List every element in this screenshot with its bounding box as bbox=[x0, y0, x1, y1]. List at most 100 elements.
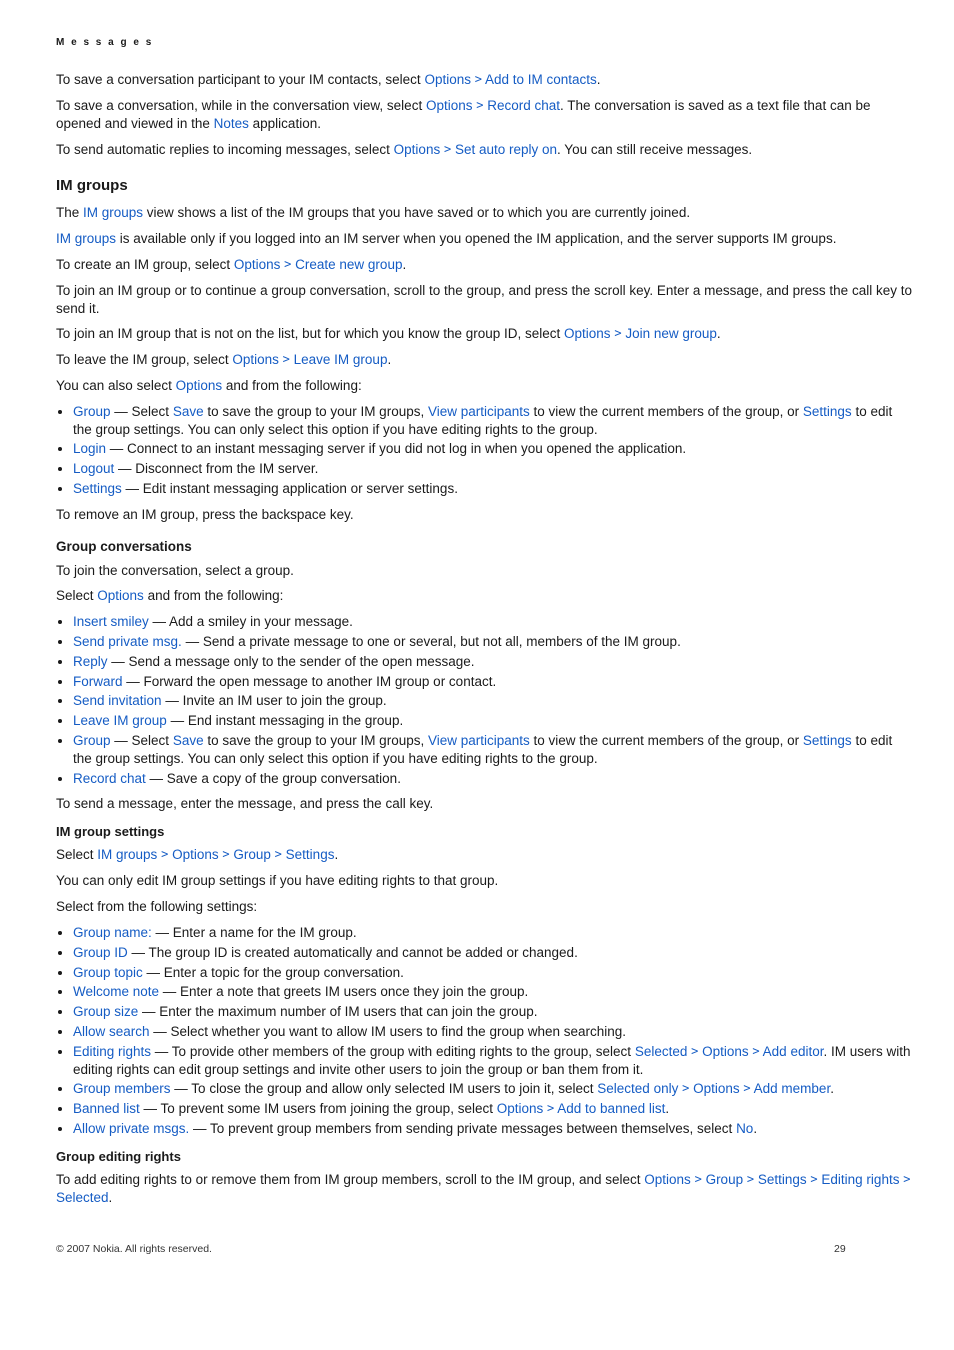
leave-im-group: Leave IM group bbox=[294, 352, 388, 367]
chevron-icon: > bbox=[476, 98, 483, 112]
text: — Connect to an instant messaging server… bbox=[106, 441, 686, 456]
key: Settings bbox=[73, 481, 122, 496]
text: — Send a message only to the sender of t… bbox=[108, 654, 475, 669]
group-conversations-heading: Group conversations bbox=[56, 538, 914, 556]
list-item: Group name: — Enter a name for the IM gr… bbox=[73, 924, 914, 942]
list-item: Group members — To close the group and a… bbox=[73, 1080, 914, 1098]
key: Editing rights bbox=[73, 1044, 151, 1059]
chevron-icon: > bbox=[810, 1172, 817, 1186]
list-item: Send invitation — Invite an IM user to j… bbox=[73, 692, 914, 710]
g-p4: To join an IM group or to continue a gro… bbox=[56, 282, 914, 318]
key: View participants bbox=[428, 733, 530, 748]
key: Send private msg. bbox=[73, 634, 182, 649]
intro-p3: To send automatic replies to incoming me… bbox=[56, 141, 914, 159]
text: You can also select bbox=[56, 378, 176, 393]
list-item: Group topic — Enter a topic for the grou… bbox=[73, 964, 914, 982]
key: Save bbox=[173, 733, 204, 748]
key: Forward bbox=[73, 674, 123, 689]
editing-rights-link: Editing rights bbox=[821, 1172, 899, 1187]
key: Group name: bbox=[73, 925, 152, 940]
g-p7: You can also select Options and from the… bbox=[56, 377, 914, 395]
list-item: Group — Select Save to save the group to… bbox=[73, 732, 914, 768]
text: — Disconnect from the IM server. bbox=[114, 461, 318, 476]
chevron-icon: > bbox=[695, 1172, 702, 1186]
list-item: Forward — Forward the open message to an… bbox=[73, 673, 914, 691]
text: — Select bbox=[111, 404, 173, 419]
chevron-icon: > bbox=[444, 142, 451, 156]
text: to save the group to your IM groups, bbox=[204, 404, 428, 419]
text: and from the following: bbox=[222, 378, 362, 393]
settings-p3: Select from the following settings: bbox=[56, 898, 914, 916]
text: application. bbox=[249, 116, 321, 131]
text: — Send a private message to one or sever… bbox=[182, 634, 681, 649]
chevron-icon: > bbox=[743, 1081, 750, 1095]
settings-link: Settings bbox=[758, 1172, 807, 1187]
settings-p1: Select IM groups > Options > Group > Set… bbox=[56, 846, 914, 864]
text: — Forward the open message to another IM… bbox=[123, 674, 497, 689]
key: Insert smiley bbox=[73, 614, 149, 629]
group-editing-rights-heading: Group editing rights bbox=[56, 1148, 914, 1165]
key: Allow search bbox=[73, 1024, 150, 1039]
header-section: M e s s a g e s bbox=[56, 36, 914, 49]
text: — End instant messaging in the group. bbox=[167, 713, 403, 728]
key: Record chat bbox=[73, 771, 146, 786]
list-item: Login — Connect to an instant messaging … bbox=[73, 440, 914, 458]
text: — Invite an IM user to join the group. bbox=[162, 693, 387, 708]
key: Group bbox=[73, 733, 111, 748]
im-groups: IM groups bbox=[83, 205, 143, 220]
list-item: Reply — Send a message only to the sende… bbox=[73, 653, 914, 671]
chevron-icon: > bbox=[547, 1101, 554, 1115]
text: To save a conversation participant to yo… bbox=[56, 72, 424, 87]
options-link: Options bbox=[172, 847, 219, 862]
text: To join an IM group that is not on the l… bbox=[56, 326, 564, 341]
key: Settings bbox=[803, 404, 852, 419]
text: — Select bbox=[111, 733, 173, 748]
text: — Add a smiley in your message. bbox=[149, 614, 353, 629]
text: To send automatic replies to incoming me… bbox=[56, 142, 394, 157]
key: Add member bbox=[754, 1081, 831, 1096]
intro-p1: To save a conversation participant to yo… bbox=[56, 71, 914, 89]
text: . bbox=[665, 1101, 669, 1116]
im-groups-heading: IM groups bbox=[56, 176, 914, 196]
rights-p1: To add editing rights to or remove them … bbox=[56, 1171, 914, 1207]
g-p1: The IM groups view shows a list of the I… bbox=[56, 204, 914, 222]
options-link: Options bbox=[234, 257, 281, 272]
chevron-icon: > bbox=[682, 1081, 689, 1095]
text: — Enter the maximum number of IM users t… bbox=[138, 1004, 537, 1019]
text: . bbox=[402, 257, 406, 272]
key: Options bbox=[702, 1044, 749, 1059]
text: Select bbox=[56, 588, 97, 603]
join-new-group: Join new group bbox=[625, 326, 717, 341]
text: and from the following: bbox=[144, 588, 284, 603]
key: Group topic bbox=[73, 965, 143, 980]
text: to view the current members of the group… bbox=[530, 404, 803, 419]
text: to save the group to your IM groups, bbox=[204, 733, 428, 748]
text: — Enter a note that greets IM users once… bbox=[159, 984, 528, 999]
text: . bbox=[717, 326, 721, 341]
list-item: Banned list — To prevent some IM users f… bbox=[73, 1100, 914, 1118]
list-item: Send private msg. — Send a private messa… bbox=[73, 633, 914, 651]
text: . bbox=[387, 352, 391, 367]
list-item: Group ID — The group ID is created autom… bbox=[73, 944, 914, 962]
list-item: Settings — Edit instant messaging applic… bbox=[73, 480, 914, 498]
key: Selected only bbox=[597, 1081, 678, 1096]
intro-p2: To save a conversation, while in the con… bbox=[56, 97, 914, 133]
chevron-icon: > bbox=[691, 1044, 698, 1058]
chevron-icon: > bbox=[903, 1172, 910, 1186]
selected-link: Selected bbox=[56, 1190, 109, 1205]
set-auto-reply: Set auto reply on bbox=[455, 142, 557, 157]
text: — Select whether you want to allow IM us… bbox=[150, 1024, 627, 1039]
key: Group members bbox=[73, 1081, 171, 1096]
chevron-icon: > bbox=[222, 847, 229, 861]
key: Options bbox=[497, 1101, 544, 1116]
text: — Enter a name for the IM group. bbox=[152, 925, 357, 940]
key: Add to banned list bbox=[557, 1101, 665, 1116]
key: Group bbox=[73, 404, 111, 419]
text: To add editing rights to or remove them … bbox=[56, 1172, 644, 1187]
key: View participants bbox=[428, 404, 530, 419]
record-chat: Record chat bbox=[487, 98, 560, 113]
text: is available only if you logged into an … bbox=[116, 231, 836, 246]
text: To leave the IM group, select bbox=[56, 352, 232, 367]
text: To save a conversation, while in the con… bbox=[56, 98, 426, 113]
list-item: Editing rights — To provide other member… bbox=[73, 1043, 914, 1079]
